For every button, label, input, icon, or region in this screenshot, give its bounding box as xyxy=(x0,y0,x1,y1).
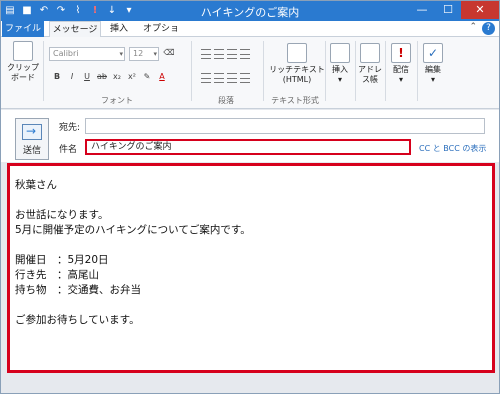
checkmark-icon: ✓ xyxy=(423,43,443,63)
justify-icon[interactable] xyxy=(240,73,250,83)
tab-message[interactable]: メッセージ xyxy=(49,21,101,37)
group-divider xyxy=(191,41,192,101)
numbered-list-icon[interactable] xyxy=(214,49,224,59)
bullet-list-icon[interactable] xyxy=(201,49,211,59)
help-icon[interactable]: ? xyxy=(482,22,495,35)
font-color-icon[interactable]: A xyxy=(156,71,168,83)
clear-format-icon[interactable]: ⌫ xyxy=(163,47,175,59)
insert-label: 挿入 xyxy=(332,65,348,74)
send-button[interactable]: 送信 xyxy=(15,118,49,160)
collapse-ribbon-icon[interactable]: ⌃ xyxy=(469,22,477,32)
font-size-value: 12 xyxy=(133,49,144,58)
superscript-icon[interactable]: x² xyxy=(126,71,138,83)
clipboard-label-1: クリップ xyxy=(7,63,39,72)
rich-text-icon xyxy=(287,43,307,63)
chevron-down-icon: ▾ xyxy=(153,50,157,58)
tab-options[interactable]: オプション xyxy=(139,21,183,50)
group-divider xyxy=(43,41,44,101)
strikethrough-icon[interactable]: ab xyxy=(96,71,108,83)
message-body-text[interactable]: 秋葉さん お世話になります。 5月に開催予定のハイキングについてご案内です。 開… xyxy=(15,178,251,328)
bold-icon[interactable]: B xyxy=(51,71,63,83)
clipboard-button[interactable]: クリップ ボード xyxy=(7,41,39,83)
message-header: 送信 宛先: 件名 ハイキングのご案内 CC と BCC の表示 xyxy=(1,110,499,162)
address-book-button[interactable]: アドレ ス帳 xyxy=(357,43,383,85)
format-buttons: B I U ab x₂ x² ✎ A xyxy=(51,71,168,83)
edit-label: 編集 xyxy=(425,65,441,74)
font-size-combo[interactable]: 12 ▾ xyxy=(129,47,159,61)
exclamation-icon: ! xyxy=(391,43,411,63)
rich-text-label-2: (HTML) xyxy=(282,75,312,84)
edit-button[interactable]: ✓ 編集 ▾ xyxy=(421,43,445,85)
group-divider xyxy=(417,41,418,101)
font-group-label: フォント xyxy=(101,96,133,105)
decrease-indent-icon[interactable] xyxy=(227,49,237,59)
align-right-icon[interactable] xyxy=(227,73,237,83)
rich-text-button[interactable]: リッチテキスト (HTML) xyxy=(269,43,325,85)
group-divider xyxy=(355,41,356,101)
group-divider xyxy=(263,41,264,101)
increase-indent-icon[interactable] xyxy=(240,49,250,59)
send-label: 送信 xyxy=(22,146,41,156)
paragraph-group-label: 段落 xyxy=(218,96,234,105)
to-field[interactable] xyxy=(85,118,485,134)
italic-icon[interactable]: I xyxy=(66,71,78,83)
chevron-down-icon: ▾ xyxy=(119,50,123,58)
font-name-value: Calibri xyxy=(53,49,79,58)
message-body-editor[interactable]: 秋葉さん お世話になります。 5月に開催予定のハイキングについてご案内です。 開… xyxy=(7,163,495,373)
align-left-icon[interactable] xyxy=(201,73,211,83)
rich-text-label-1: リッチテキスト xyxy=(269,65,325,74)
underline-icon[interactable]: U xyxy=(81,71,93,83)
text-format-group-label: テキスト形式 xyxy=(271,96,319,105)
paperclip-icon xyxy=(330,43,350,63)
close-icon[interactable]: ✕ xyxy=(461,1,499,19)
ribbon: クリップ ボード Calibri ▾ 12 ▾ ⌫ B I U ab x₂ x² ✎… xyxy=(1,37,499,109)
title-bar: ▤ ■ ↶ ↷ ⌇ ! ↓ ▾ ハイキングのご案内 — ☐ ✕ xyxy=(1,1,499,21)
delivery-label: 配信 xyxy=(393,65,409,74)
address-book-icon xyxy=(360,43,380,63)
clipboard-label-2: ボード xyxy=(11,73,35,82)
group-divider xyxy=(385,41,386,101)
subject-field[interactable]: ハイキングのご案内 xyxy=(85,139,411,155)
subscript-icon[interactable]: x₂ xyxy=(111,71,123,83)
cc-bcc-link[interactable]: CC と BCC の表示 xyxy=(419,143,486,154)
window-controls: — ☐ ✕ xyxy=(409,1,499,19)
ribbon-tabs: ファイル メッセージ 挿入 オプション ⌃ ? xyxy=(1,21,499,50)
align-buttons xyxy=(201,73,250,83)
subject-label: 件名 xyxy=(59,145,78,155)
to-label: 宛先: xyxy=(59,123,81,133)
highlight-icon[interactable]: ✎ xyxy=(141,71,153,83)
minimize-icon[interactable]: — xyxy=(409,1,435,19)
insert-button[interactable]: 挿入 ▾ xyxy=(329,43,351,85)
clipboard-icon xyxy=(13,41,33,61)
compose-window: ▤ ■ ↶ ↷ ⌇ ! ↓ ▾ ハイキングのご案内 — ☐ ✕ ファイル メッセ… xyxy=(0,0,500,394)
status-bar xyxy=(1,373,499,393)
address-book-label-2: ス帳 xyxy=(362,75,378,84)
maximize-icon[interactable]: ☐ xyxy=(435,1,461,19)
group-divider xyxy=(325,41,326,101)
address-book-label-1: アドレ xyxy=(358,65,382,74)
send-icon xyxy=(22,124,42,140)
align-center-icon[interactable] xyxy=(214,73,224,83)
tab-insert[interactable]: 挿入 xyxy=(105,21,133,37)
list-buttons xyxy=(201,49,250,59)
font-name-combo[interactable]: Calibri ▾ xyxy=(49,47,125,61)
tab-file[interactable]: ファイル xyxy=(2,21,44,37)
delivery-button[interactable]: ! 配信 ▾ xyxy=(389,43,413,85)
